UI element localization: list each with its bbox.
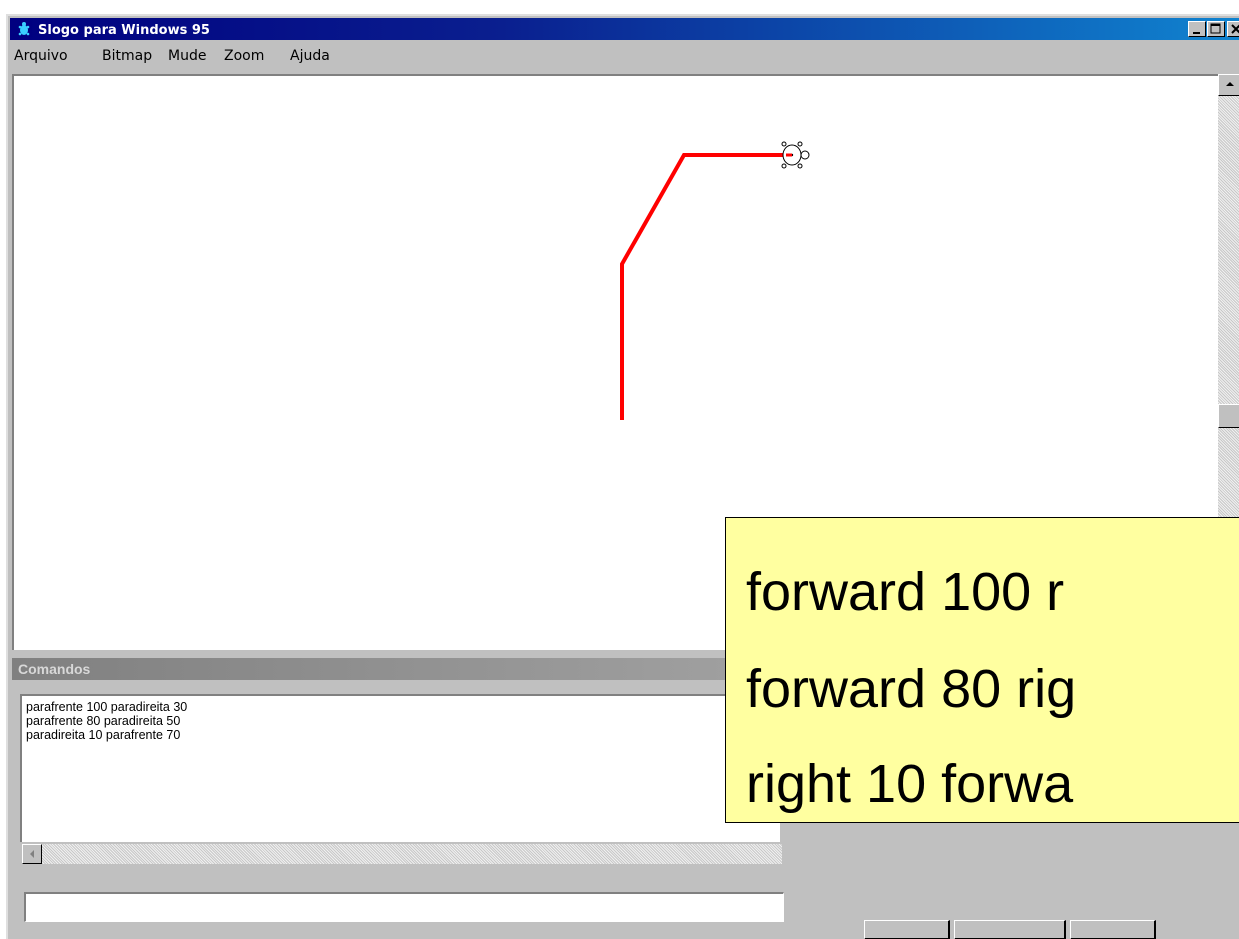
title-bar[interactable]: Slogo para Windows 95 — [10, 18, 1239, 40]
scroll-thumb[interactable] — [1218, 404, 1239, 428]
minimize-icon — [1193, 32, 1200, 34]
menu-bar: Arquivo Bitmap Mude Zoom Ajuda — [10, 42, 1239, 70]
window-title: Slogo para Windows 95 — [38, 23, 210, 38]
minimize-button[interactable] — [1188, 21, 1206, 37]
turtle-path — [620, 153, 786, 420]
callout-line: forward 100 r — [746, 562, 1065, 622]
turtle-icon — [16, 21, 32, 37]
menu-arquivo[interactable]: Arquivo — [14, 42, 68, 70]
scroll-up-button[interactable] — [1218, 74, 1239, 96]
history-horizontal-scrollbar[interactable] — [22, 844, 782, 864]
arrow-left-icon — [30, 850, 34, 858]
command-history[interactable]: parafrente 100 paradireita 30 parafrente… — [20, 694, 780, 842]
close-icon — [1231, 24, 1239, 34]
callout-line: forward 80 rig — [746, 659, 1077, 719]
close-button[interactable] — [1227, 21, 1239, 37]
command-history-line: paradireita 10 parafrente 70 — [26, 728, 181, 742]
command-button[interactable] — [864, 920, 950, 939]
turtle-icon — [781, 141, 810, 169]
scroll-left-button[interactable] — [22, 844, 42, 864]
arrow-up-icon — [1225, 82, 1234, 86]
command-history-line: parafrente 80 paradireita 50 — [26, 714, 181, 728]
command-history-line: parafrente 100 paradireita 30 — [26, 700, 188, 714]
command-button[interactable] — [954, 920, 1066, 939]
command-button[interactable] — [1070, 920, 1156, 939]
callout-line: right 10 forwa — [746, 754, 1074, 814]
command-input[interactable] — [24, 892, 784, 922]
menu-zoom[interactable]: Zoom — [224, 42, 264, 70]
menu-mude[interactable]: Mude — [168, 42, 206, 70]
translation-callout: forward 100 r forward 80 rig right 10 fo… — [725, 517, 1239, 823]
menu-ajuda[interactable]: Ajuda — [290, 42, 330, 70]
menu-bitmap[interactable]: Bitmap — [102, 42, 152, 70]
maximize-button[interactable] — [1207, 21, 1225, 37]
maximize-icon — [1210, 23, 1221, 34]
